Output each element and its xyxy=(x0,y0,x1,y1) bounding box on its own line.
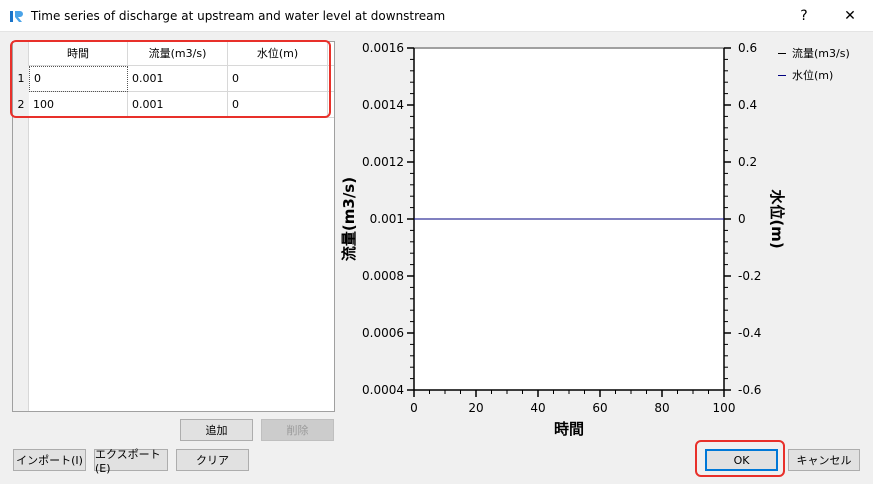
legend-item-water-level: 水位(m) xyxy=(778,64,850,86)
y2-tick-label: 0.4 xyxy=(738,98,757,112)
corner-cell[interactable] xyxy=(13,42,29,66)
cell-time[interactable]: 100 xyxy=(29,92,128,118)
ok-button[interactable]: OK xyxy=(705,449,778,471)
row-number[interactable]: 2 xyxy=(13,92,29,118)
y-axis-title: 流量(m3/s) xyxy=(340,177,358,261)
import-button[interactable]: インポート(I) xyxy=(13,449,86,471)
y-tick-label: 0.0006 xyxy=(362,326,404,340)
x-tick-label: 20 xyxy=(468,401,483,415)
close-button[interactable]: ✕ xyxy=(827,0,873,32)
x-tick-label: 40 xyxy=(530,401,545,415)
x-tick-label: 80 xyxy=(654,401,669,415)
cell-discharge[interactable]: 0.001 xyxy=(128,92,228,118)
legend-item-discharge: 流量(m3/s) xyxy=(778,42,850,64)
add-row-button[interactable]: 追加 xyxy=(180,419,253,441)
column-header-discharge[interactable]: 流量(m3/s) xyxy=(128,42,228,66)
y2-tick-label: 0 xyxy=(738,212,746,226)
x-tick-label: 0 xyxy=(410,401,418,415)
help-button[interactable]: ? xyxy=(781,0,827,32)
y2-tick-label: -0.4 xyxy=(738,326,761,340)
close-icon: ✕ xyxy=(844,8,856,24)
clear-button[interactable]: クリア xyxy=(176,449,249,471)
title-bar: Time series of discharge at upstream and… xyxy=(0,0,873,32)
x-axis-title: 時間 xyxy=(554,420,584,438)
delete-row-button[interactable]: 削除 xyxy=(261,419,334,441)
y2-tick-label: -0.2 xyxy=(738,269,761,283)
x-tick-label: 100 xyxy=(713,401,736,415)
table-header: 時間 流量(m3/s) 水位(m) xyxy=(13,42,334,66)
chart-panel: 0.0004 0.0006 0.0008 0.001 0.0012 0.0014 0.001… xyxy=(336,36,866,446)
row-number[interactable]: 1 xyxy=(13,66,29,92)
cell-water-level[interactable]: 0 xyxy=(228,92,328,118)
legend-swatch xyxy=(778,74,786,76)
x-tick-label: 60 xyxy=(592,401,607,415)
legend-label: 流量(m3/s) xyxy=(792,47,850,60)
legend-label: 水位(m) xyxy=(792,69,834,82)
cell-discharge[interactable]: 0.001 xyxy=(128,66,228,92)
cell-time[interactable]: 0 xyxy=(29,66,128,92)
chart-svg: 0.0004 0.0006 0.0008 0.001 0.0012 0.0014 0.001… xyxy=(340,41,786,438)
y2-tick-label: -0.6 xyxy=(738,383,761,397)
table-row[interactable]: 2 100 0.001 0 xyxy=(13,92,334,118)
y2-axis-title: 水位(m) xyxy=(768,189,786,248)
y-tick-label: 0.0012 xyxy=(362,155,404,169)
y2-tick-label: 0.2 xyxy=(738,155,757,169)
app-logo-icon xyxy=(10,11,23,22)
export-button[interactable]: エクスポート(E) xyxy=(94,448,168,475)
table-row[interactable]: 1 0 0.001 0 xyxy=(13,66,334,92)
y2-tick-label: 0.6 xyxy=(738,41,757,55)
legend-swatch xyxy=(778,52,786,54)
chart-legend: 流量(m3/s) 水位(m) xyxy=(778,42,850,86)
y-tick-label: 0.0014 xyxy=(362,98,404,112)
cell-water-level[interactable]: 0 xyxy=(228,66,328,92)
column-header-time[interactable]: 時間 xyxy=(29,42,128,66)
y-tick-label: 0.0008 xyxy=(362,269,404,283)
y-tick-label: 0.001 xyxy=(370,212,404,226)
cancel-button[interactable]: キャンセル xyxy=(788,449,860,471)
y-tick-label: 0.0004 xyxy=(362,383,404,397)
column-header-water-level[interactable]: 水位(m) xyxy=(228,42,328,66)
y-tick-label: 0.0016 xyxy=(362,41,404,55)
data-table[interactable]: 時間 流量(m3/s) 水位(m) 1 0 0.001 0 2 100 0.00… xyxy=(12,41,335,412)
window-title: Time series of discharge at upstream and… xyxy=(31,9,446,23)
